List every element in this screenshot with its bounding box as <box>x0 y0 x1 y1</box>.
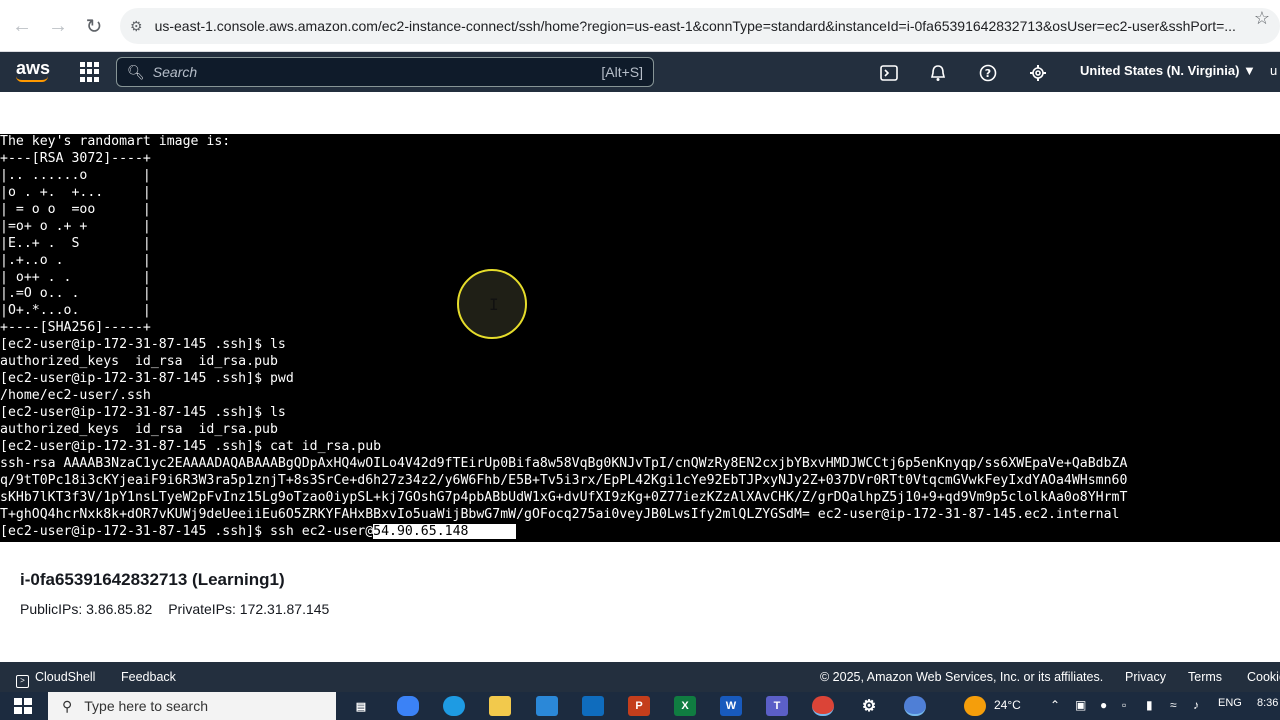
weather-icon[interactable] <box>964 696 986 716</box>
region-selector[interactable]: United States (N. Virginia) ▼ <box>1080 63 1256 78</box>
pinned-app-icon[interactable] <box>904 696 926 716</box>
terminal-line: +----[SHA256]-----+ <box>0 320 151 336</box>
site-info-icon[interactable]: ⚙ <box>130 18 143 35</box>
notifications-bell-icon[interactable] <box>927 62 949 84</box>
terminal-line: +---[RSA 3072]----+ <box>0 150 151 166</box>
battery-icon[interactable]: ▮ <box>1146 698 1153 712</box>
aws-top-nav: aws 🔍︎ Search [Alt+S] ? United States (N… <box>0 52 1280 92</box>
terminal-line: [ec2-user@ip-172-31-87-145 .ssh]$ pwd <box>0 371 294 387</box>
terminal-line: |o . +. +... | <box>0 184 151 200</box>
terminal-line: | = o o =oo | <box>0 201 151 217</box>
file-explorer-icon[interactable] <box>489 696 511 716</box>
cloudshell-button[interactable]: > CloudShell <box>16 670 95 688</box>
public-ips: PublicIPs: 3.86.85.82 <box>20 601 153 617</box>
weather-temp[interactable]: 24°C <box>994 698 1021 712</box>
copyright-text: © 2025, Amazon Web Services, Inc. or its… <box>820 670 1104 684</box>
tray-app-icon[interactable]: ▣ <box>1075 698 1086 712</box>
chrome-icon[interactable] <box>812 696 834 716</box>
terms-link[interactable]: Terms <box>1188 670 1222 684</box>
word-icon[interactable]: W <box>720 696 742 716</box>
aws-search-input[interactable]: 🔍︎ Search [Alt+S] <box>116 57 654 87</box>
wifi-icon[interactable]: ≈ <box>1170 698 1177 712</box>
services-grid-icon[interactable] <box>80 62 100 82</box>
taskbar-search-icon: ⚲ <box>62 697 73 714</box>
privacy-link[interactable]: Privacy <box>1125 670 1166 684</box>
terminal-current-line[interactable]: [ec2-user@ip-172-31-87-145 .ssh]$ ssh ec… <box>0 523 1280 541</box>
excel-icon[interactable]: X <box>674 696 696 716</box>
microsoft-store-icon[interactable] <box>536 696 558 716</box>
settings-app-icon[interactable]: ⚙ <box>858 696 880 716</box>
instance-ips: PublicIPs: 3.86.85.82 PrivateIPs: 172.31… <box>20 601 341 617</box>
ssh-terminal[interactable]: The key's randomart image is: +---[RSA 30… <box>0 134 1280 542</box>
teams-icon[interactable]: T <box>766 696 788 716</box>
terminal-line: |.. ......o | <box>0 167 151 183</box>
terminal-line: |E..+ . S | <box>0 235 151 251</box>
terminal-line: | o++ . . | <box>0 269 151 285</box>
feedback-link[interactable]: Feedback <box>121 670 176 684</box>
aws-footer: > CloudShell Feedback © 2025, Amazon Web … <box>0 662 1280 692</box>
cloudshell-footer-icon: > <box>16 675 29 688</box>
terminal-output: The key's randomart image is: +---[RSA 30… <box>0 134 1280 524</box>
terminal-line: T+ghOQ4hcrNxk8k+dOR7vKUWj9deUeeiiEu6O5ZR… <box>0 506 1120 522</box>
copilot-icon[interactable] <box>397 696 419 716</box>
language-indicator[interactable]: ENG <box>1218 697 1242 709</box>
search-shortcut: [Alt+S] <box>601 64 643 80</box>
browser-toolbar: ← → ↻ ⚙ us-east-1.console.aws.amazon.com… <box>0 0 1280 52</box>
url-text[interactable]: us-east-1.console.aws.amazon.com/ec2-ins… <box>155 18 1235 34</box>
instance-info-panel: i-0fa65391642832713 (Learning1) PublicIP… <box>0 542 1280 662</box>
edge-browser-icon[interactable] <box>443 696 465 716</box>
volume-icon[interactable]: ♪ <box>1193 698 1199 712</box>
settings-gear-icon[interactable] <box>1027 62 1049 84</box>
terminal-line: |O+.*...o. | <box>0 303 151 319</box>
microphone-icon[interactable]: ● <box>1100 698 1107 712</box>
terminal-line: |.=O o.. . | <box>0 286 151 302</box>
taskbar-search-placeholder: Type here to search <box>84 698 209 714</box>
terminal-top-spacer <box>0 92 1280 134</box>
terminal-line: authorized_keys id_rsa id_rsa.pub <box>0 354 278 370</box>
terminal-line: [ec2-user@ip-172-31-87-145 .ssh]$ ls <box>0 405 286 420</box>
address-bar[interactable]: ⚙ us-east-1.console.aws.amazon.com/ec2-i… <box>120 8 1280 44</box>
aws-logo[interactable]: aws <box>16 58 50 82</box>
help-icon[interactable]: ? <box>977 62 999 84</box>
reload-icon[interactable]: ↻ <box>76 8 112 44</box>
search-placeholder: Search <box>152 64 198 80</box>
search-icon: 🔍︎ <box>127 63 145 80</box>
terminal-line: |.+..o . | <box>0 252 151 268</box>
windows-start-icon[interactable] <box>14 698 32 714</box>
svg-text:?: ? <box>985 67 991 80</box>
terminal-line: [ec2-user@ip-172-31-87-145 .ssh]$ cat id… <box>0 438 382 454</box>
terminal-prompt: [ec2-user@ip-172-31-87-145 .ssh]$ ssh ec… <box>0 523 374 539</box>
bookmark-star-icon[interactable]: ☆ <box>1254 8 1270 29</box>
cookie-link[interactable]: Cookie <box>1247 670 1280 684</box>
taskbar-search-input[interactable]: ⚲ Type here to search <box>48 692 336 720</box>
cloudshell-icon[interactable] <box>878 62 900 84</box>
terminal-line: ssh-rsa AAAAB3NzaC1yc2EAAAADAQABAAABgQDp… <box>0 455 1128 471</box>
terminal-selection[interactable]: 54.90.65.148 <box>373 523 517 539</box>
terminal-line: authorized_keys id_rsa id_rsa.pub <box>0 421 278 437</box>
clock[interactable]: 8:36 <box>1257 697 1278 709</box>
terminal-line: /home/ec2-user/.ssh <box>0 388 151 404</box>
terminal-line: [ec2-user@ip-172-31-87-145 .ssh]$ ls <box>0 337 286 353</box>
instance-title: i-0fa65391642832713 (Learning1) <box>20 570 285 589</box>
terminal-line: sKHb7lKT3f3V/1pY1nsLTyeW2pFvInz15Lg9oTza… <box>0 489 1128 505</box>
windows-taskbar: ⚲ Type here to search ▤ P X W T ⚙ 24°C ⌃… <box>0 692 1280 720</box>
account-menu[interactable]: u <box>1270 63 1277 78</box>
powerpoint-icon[interactable]: P <box>628 696 650 716</box>
task-view-icon[interactable]: ▤ <box>350 696 372 716</box>
terminal-line: The key's randomart image is: <box>0 134 231 149</box>
text-cursor-icon: I <box>489 295 499 314</box>
terminal-line: q/9tT0Pc18i3cKYjeaiF9i6R3W3ra5p1znjT+8s3… <box>0 472 1128 488</box>
tray-chevron-icon[interactable]: ⌃ <box>1050 698 1060 712</box>
private-ips: PrivateIPs: 172.31.87.145 <box>168 601 330 617</box>
tray-window-icon[interactable]: ▫ <box>1122 698 1126 712</box>
forward-icon[interactable]: → <box>40 8 76 44</box>
terminal-line: |=o+ o .+ + | <box>0 218 151 234</box>
back-icon[interactable]: ← <box>4 8 40 44</box>
mail-icon[interactable] <box>582 696 604 716</box>
